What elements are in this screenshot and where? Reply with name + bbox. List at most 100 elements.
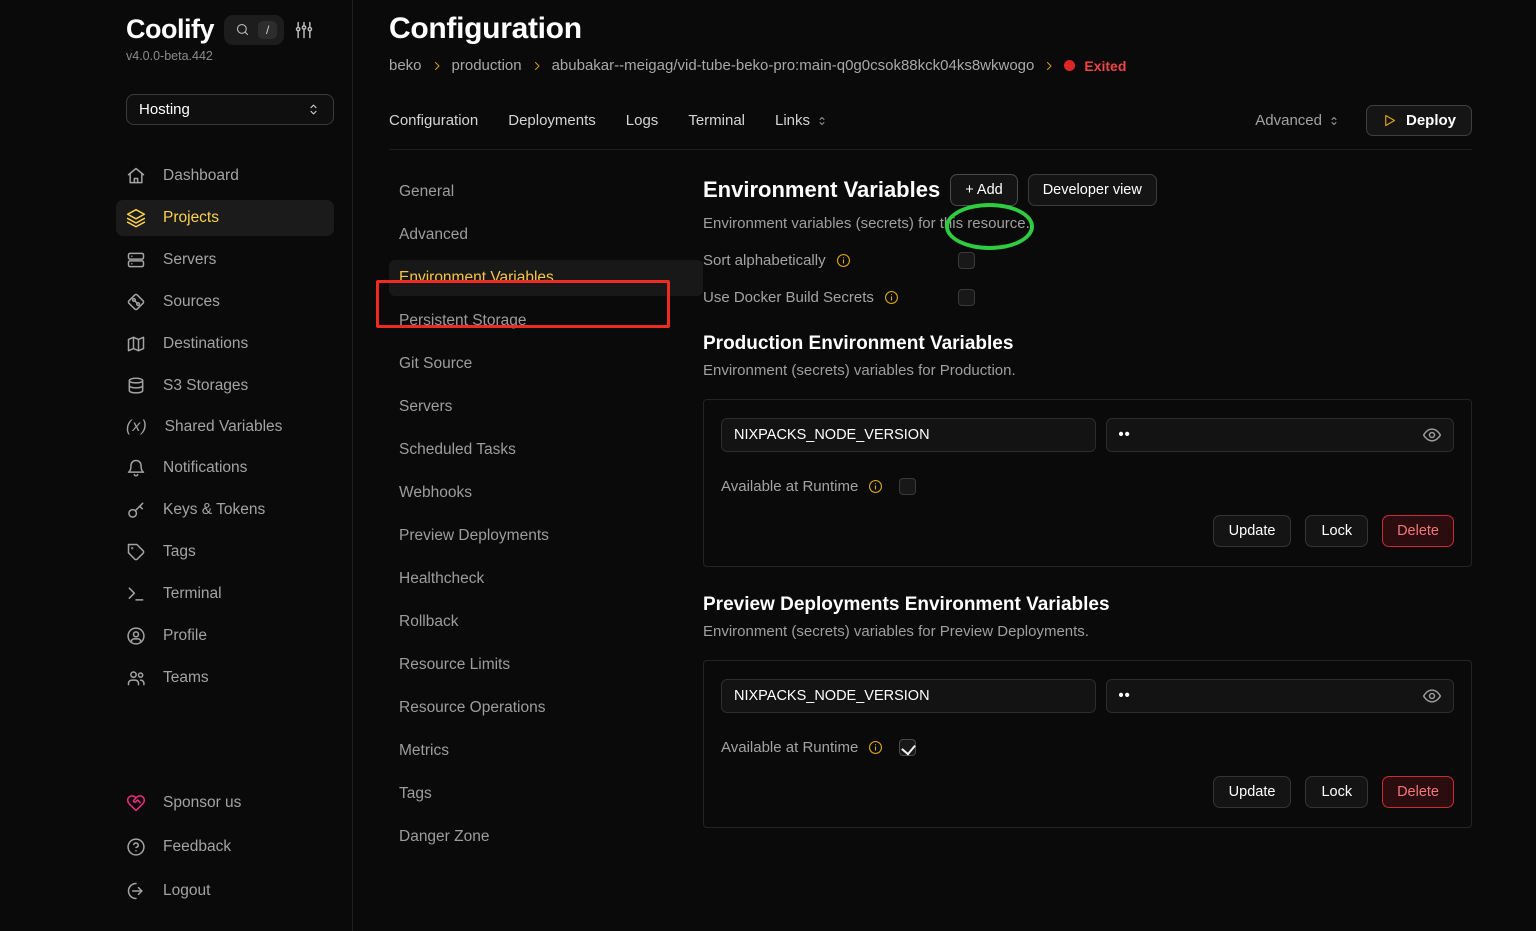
sidebar-item-s3-storages[interactable]: S3 Storages [116, 368, 334, 404]
home-icon [126, 166, 146, 186]
tab-deployments[interactable]: Deployments [508, 112, 596, 129]
subnav-item-danger-zone[interactable]: Danger Zone [389, 819, 703, 855]
docker-build-secrets-checkbox[interactable] [958, 289, 975, 306]
resource-tabbar: Configuration Deployments Logs Terminal … [389, 105, 1472, 150]
subnav-item-git-source[interactable]: Git Source [389, 346, 703, 382]
variable-value-input[interactable] [1106, 418, 1455, 452]
tab-logs[interactable]: Logs [626, 112, 659, 129]
subnav-item-resource-limits[interactable]: Resource Limits [389, 647, 703, 683]
variable-name-input[interactable] [721, 679, 1096, 713]
subnav-item-scheduled-tasks[interactable]: Scheduled Tasks [389, 432, 703, 468]
sidebar-item-sponsor[interactable]: Sponsor us [116, 785, 334, 821]
subnav-item-resource-operations[interactable]: Resource Operations [389, 690, 703, 726]
sidebar-item-terminal[interactable]: Terminal [116, 576, 334, 612]
sidebar-item-profile[interactable]: Profile [116, 618, 334, 654]
sidebar-item-label: Sources [163, 293, 220, 311]
available-at-runtime-checkbox[interactable] [899, 478, 916, 495]
sort-alphabetically-row: Sort alphabetically [703, 252, 1472, 269]
team-selector[interactable]: Hosting [126, 94, 334, 125]
subnav-item-tags[interactable]: Tags [389, 776, 703, 812]
production-variables-section: Production Environment Variables Environ… [703, 333, 1472, 567]
info-icon[interactable] [884, 290, 899, 305]
play-icon [1382, 113, 1397, 128]
variable-value-input[interactable] [1106, 679, 1455, 713]
tab-terminal[interactable]: Terminal [688, 112, 745, 129]
chevron-up-down-icon [816, 115, 828, 127]
sidebar-item-shared-variables[interactable]: (x) Shared Variables [116, 410, 334, 444]
status-dot [1064, 60, 1075, 71]
variable-card: Available at Runtime Update Lock Delete [703, 660, 1472, 828]
subnav-item-healthcheck[interactable]: Healthcheck [389, 561, 703, 597]
configuration-subnav: General Advanced Environment Variables P… [389, 174, 703, 931]
sidebar-item-sources[interactable]: Sources [116, 284, 334, 320]
subnav-item-environment-variables[interactable]: Environment Variables [389, 260, 703, 296]
panel-subtitle: Environment variables (secrets) for this… [703, 215, 1472, 232]
subnav-item-persistent-storage[interactable]: Persistent Storage [389, 303, 703, 339]
search-shortcut-key: / [258, 21, 277, 39]
subnav-item-webhooks[interactable]: Webhooks [389, 475, 703, 511]
tab-links[interactable]: Links [775, 112, 828, 129]
available-at-runtime-checkbox[interactable] [899, 739, 916, 756]
sidebar-item-notifications[interactable]: Notifications [116, 450, 334, 486]
subnav-item-rollback[interactable]: Rollback [389, 604, 703, 640]
sidebar-item-label: Feedback [163, 838, 231, 856]
lock-button[interactable]: Lock [1305, 515, 1368, 547]
advanced-dropdown[interactable]: Advanced [1255, 112, 1340, 129]
section-subtitle: Environment (secrets) variables for Prod… [703, 362, 1472, 379]
sidebar-item-label: Projects [163, 209, 219, 227]
tab-configuration[interactable]: Configuration [389, 112, 478, 129]
breadcrumb-team[interactable]: beko [389, 57, 422, 74]
search-button[interactable]: / [224, 15, 284, 45]
users-icon [126, 668, 146, 688]
server-icon [126, 250, 146, 270]
delete-button[interactable]: Delete [1382, 776, 1454, 808]
subnav-item-servers[interactable]: Servers [389, 389, 703, 425]
app-logo[interactable]: Coolify [126, 14, 214, 45]
coolify-app: Coolify / v4.0.0-beta.442 Hosting Dashbo… [0, 0, 1536, 931]
terminal-icon [126, 584, 146, 604]
variable-name-input[interactable] [721, 418, 1096, 452]
lock-button[interactable]: Lock [1305, 776, 1368, 808]
sidebar-item-label: Dashboard [163, 167, 239, 185]
sidebar-item-destinations[interactable]: Destinations [116, 326, 334, 362]
sidebar-item-label: Profile [163, 627, 207, 645]
sidebar-item-tags[interactable]: Tags [116, 534, 334, 570]
developer-view-button[interactable]: Developer view [1028, 174, 1157, 206]
eye-icon[interactable] [1422, 686, 1442, 706]
section-title: Preview Deployments Environment Variable… [703, 594, 1472, 616]
delete-button[interactable]: Delete [1382, 515, 1454, 547]
eye-icon[interactable] [1422, 425, 1442, 445]
subnav-item-metrics[interactable]: Metrics [389, 733, 703, 769]
info-icon[interactable] [868, 740, 883, 755]
sidebar-item-teams[interactable]: Teams [116, 660, 334, 696]
team-selector-value: Hosting [139, 101, 190, 118]
sidebar-nav: Dashboard Projects Servers Sources Desti… [126, 158, 334, 702]
sidebar-item-label: Shared Variables [165, 418, 283, 436]
add-variable-button[interactable]: + Add [950, 174, 1018, 206]
subnav-item-preview-deployments[interactable]: Preview Deployments [389, 518, 703, 554]
info-icon[interactable] [836, 253, 851, 268]
sort-alphabetically-checkbox[interactable] [958, 252, 975, 269]
layers-icon [126, 208, 146, 228]
tag-icon [126, 542, 146, 562]
deploy-button[interactable]: Deploy [1366, 105, 1472, 136]
update-button[interactable]: Update [1213, 515, 1292, 547]
sidebar-item-servers[interactable]: Servers [116, 242, 334, 278]
info-icon[interactable] [868, 479, 883, 494]
chevron-up-down-icon [1328, 115, 1340, 127]
sidebar-item-projects[interactable]: Projects [116, 200, 334, 236]
key-icon [126, 500, 146, 520]
user-icon [126, 626, 146, 646]
subnav-item-advanced[interactable]: Advanced [389, 217, 703, 253]
breadcrumb-environment[interactable]: production [452, 57, 522, 74]
sidebar-item-feedback[interactable]: Feedback [116, 829, 334, 865]
runtime-label: Available at Runtime [721, 739, 858, 756]
update-button[interactable]: Update [1213, 776, 1292, 808]
breadcrumb-resource[interactable]: abubakar--meigag/vid-tube-beko-pro:main-… [552, 57, 1035, 74]
sidebar-item-logout[interactable]: Logout [116, 873, 334, 909]
sidebar-item-keys-tokens[interactable]: Keys & Tokens [116, 492, 334, 528]
filter-settings-button[interactable] [294, 20, 314, 40]
sidebar-item-dashboard[interactable]: Dashboard [116, 158, 334, 194]
breadcrumb: beko production abubakar--meigag/vid-tub… [389, 57, 1472, 74]
subnav-item-general[interactable]: General [389, 174, 703, 210]
